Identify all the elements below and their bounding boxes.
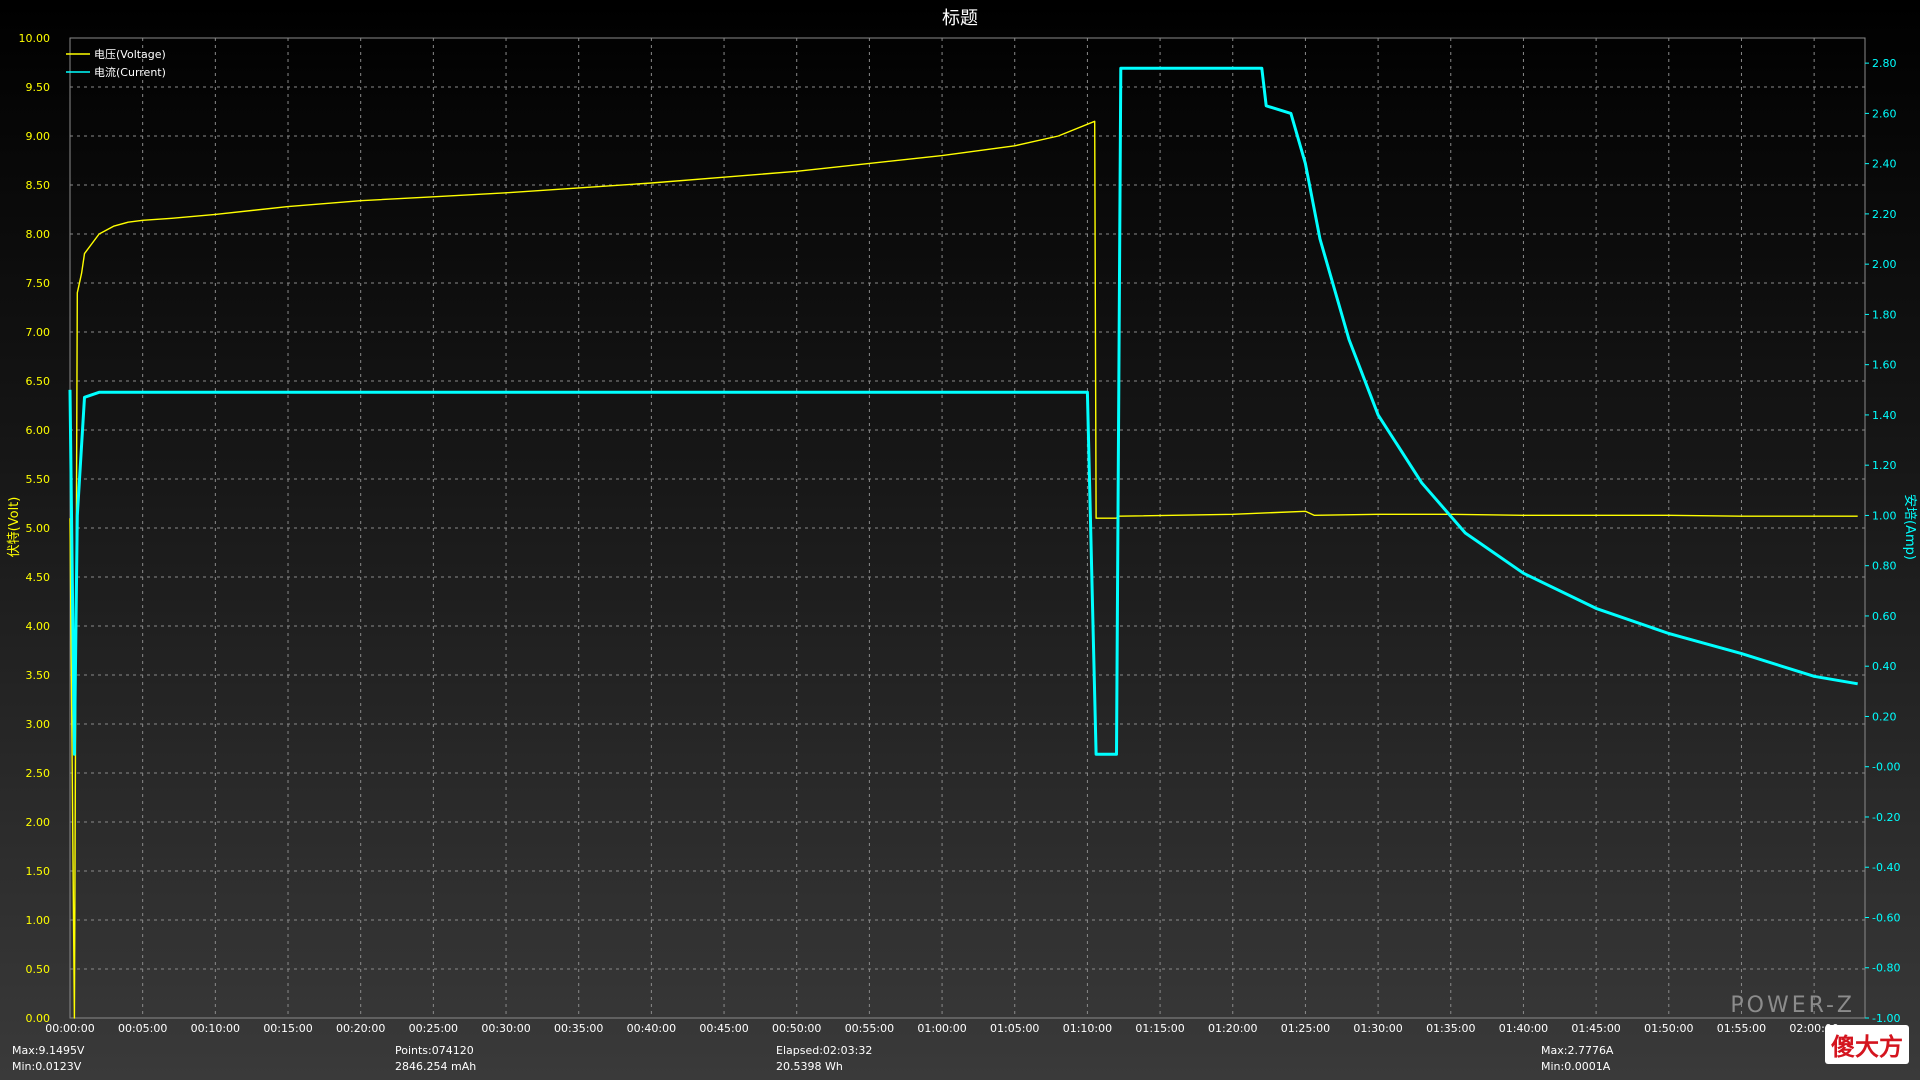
left-axis-label: 伏特(Volt) xyxy=(7,497,22,558)
power-z-logo: POWER-Z xyxy=(1730,993,1855,1018)
x-tick-label: 00:00:00 xyxy=(45,1022,94,1035)
chart-canvas: 标题 0.000.501.001.502.002.503.003.504.004… xyxy=(7,8,1918,1035)
grid xyxy=(70,38,1865,1018)
voltage-max: Max:9.1495V xyxy=(12,1044,85,1057)
right-tick-label: -0.20 xyxy=(1872,811,1900,824)
right-tick-label: 0.40 xyxy=(1872,660,1897,673)
left-tick-label: 6.50 xyxy=(26,375,51,388)
left-tick-label: 4.50 xyxy=(26,571,51,584)
right-axis: -1.00 -0.80 -0.60 -0.40 -0.20 -0.00 0.20 0.40 0.… xyxy=(1865,57,1900,1025)
left-tick-label: 8.50 xyxy=(26,179,51,192)
right-tick-label: 0.80 xyxy=(1872,560,1897,573)
right-tick-label: 2.40 xyxy=(1872,158,1897,171)
voltage-min: Min:0.0123V xyxy=(12,1060,82,1073)
left-tick-label: 2.50 xyxy=(26,767,51,780)
x-tick-label: 00:45:00 xyxy=(699,1022,748,1035)
voltage-line xyxy=(69,120,1858,1019)
legend-label-current: 电流(Current) xyxy=(94,65,166,79)
right-tick-label: 2.60 xyxy=(1872,107,1897,120)
x-tick-label: 00:05:00 xyxy=(118,1022,167,1035)
right-tick-label: 1.20 xyxy=(1872,459,1897,472)
right-tick-label: -0.80 xyxy=(1872,962,1900,975)
x-tick-label: 01:40:00 xyxy=(1499,1022,1548,1035)
legend-label-voltage: 电压(Voltage) xyxy=(94,48,166,61)
watermark-badge: 傻大方 xyxy=(1825,1025,1909,1064)
x-tick-label: 00:50:00 xyxy=(772,1022,821,1035)
x-tick-label: 00:55:00 xyxy=(845,1022,894,1035)
x-tick-label: 01:35:00 xyxy=(1426,1022,1475,1035)
current-min: Min:0.0001A xyxy=(1541,1060,1611,1073)
right-tick-label: 1.60 xyxy=(1872,359,1897,372)
energy-wh: 20.5398 Wh xyxy=(776,1060,843,1073)
capacity-mah: 2846.254 mAh xyxy=(395,1060,477,1073)
current-line xyxy=(68,66,1858,756)
x-tick-label: 00:30:00 xyxy=(481,1022,530,1035)
elapsed-time: Elapsed:02:03:32 xyxy=(776,1044,873,1057)
x-tick-label: 01:50:00 xyxy=(1644,1022,1693,1035)
x-tick-label: 01:00:00 xyxy=(917,1022,966,1035)
left-axis: 0.000.501.001.502.002.503.003.504.004.50… xyxy=(19,32,51,1025)
left-tick-label: 3.00 xyxy=(26,718,51,731)
x-tick-label: 01:45:00 xyxy=(1571,1022,1620,1035)
left-tick-label: 9.00 xyxy=(26,130,51,143)
chart-title: 标题 xyxy=(942,8,978,29)
right-tick-label: -0.00 xyxy=(1872,761,1900,774)
left-tick-label: 4.00 xyxy=(26,620,51,633)
left-tick-label: 10.00 xyxy=(19,32,51,45)
right-tick-label: 2.20 xyxy=(1872,208,1897,221)
chart-window: 标题 0.00 0.50 1.00 1.50 2.00 2.50 3.00 3.50 4.00 4… xyxy=(0,0,1920,1080)
left-tick-label: 5.00 xyxy=(26,522,51,535)
x-tick-label: 00:40:00 xyxy=(627,1022,676,1035)
left-tick-label: 2.00 xyxy=(26,816,51,829)
right-tick-label: 1.00 xyxy=(1872,509,1897,522)
left-tick-label: 1.50 xyxy=(26,865,51,878)
right-tick-label: 1.40 xyxy=(1872,409,1897,422)
right-tick-label: -1.00 xyxy=(1872,1012,1900,1025)
left-tick-label: 7.50 xyxy=(26,277,51,290)
x-tick-label: 01:25:00 xyxy=(1281,1022,1330,1035)
left-tick-label: 8.00 xyxy=(26,228,51,241)
current-max: Max:2.7776A xyxy=(1541,1044,1614,1057)
right-tick-label: -0.40 xyxy=(1872,861,1900,874)
left-tick-label: 1.00 xyxy=(26,914,51,927)
right-tick-label: 1.80 xyxy=(1872,308,1897,321)
left-tick-label: 7.00 xyxy=(26,326,51,339)
x-tick-label: 00:25:00 xyxy=(409,1022,458,1035)
left-tick-label: 5.50 xyxy=(26,473,51,486)
x-tick-label: 00:10:00 xyxy=(191,1022,240,1035)
x-tick-label: 00:20:00 xyxy=(336,1022,385,1035)
right-tick-label: 0.20 xyxy=(1872,710,1897,723)
left-tick-label: 6.00 xyxy=(26,424,51,437)
points-count: Points:074120 xyxy=(395,1044,474,1057)
x-tick-label: 01:20:00 xyxy=(1208,1022,1257,1035)
x-tick-label: 01:30:00 xyxy=(1353,1022,1402,1035)
x-axis: 00:00:00 00:05:00 00:10:00 00:15:00 00:20:00… xyxy=(45,1022,1839,1035)
x-tick-label: 01:10:00 xyxy=(1063,1022,1112,1035)
right-tick-label: 0.60 xyxy=(1872,610,1897,623)
x-tick-label: 00:35:00 xyxy=(554,1022,603,1035)
x-tick-label: 00:15:00 xyxy=(263,1022,312,1035)
left-tick-label: 0.50 xyxy=(26,963,51,976)
series-layer xyxy=(68,66,1858,1019)
x-tick-label: 01:15:00 xyxy=(1135,1022,1184,1035)
right-tick-label: -0.60 xyxy=(1872,911,1900,924)
x-tick-label: 01:05:00 xyxy=(990,1022,1039,1035)
left-tick-label: 9.50 xyxy=(26,81,51,94)
right-tick-label: 2.80 xyxy=(1872,57,1897,70)
left-tick-label: 3.50 xyxy=(26,669,51,682)
x-tick-label: 01:55:00 xyxy=(1717,1022,1766,1035)
right-axis-label: 安培(Amp) xyxy=(1902,494,1918,560)
right-tick-label: 2.00 xyxy=(1872,258,1897,271)
legend: 电压(Voltage) 电流(Current) xyxy=(66,48,166,79)
